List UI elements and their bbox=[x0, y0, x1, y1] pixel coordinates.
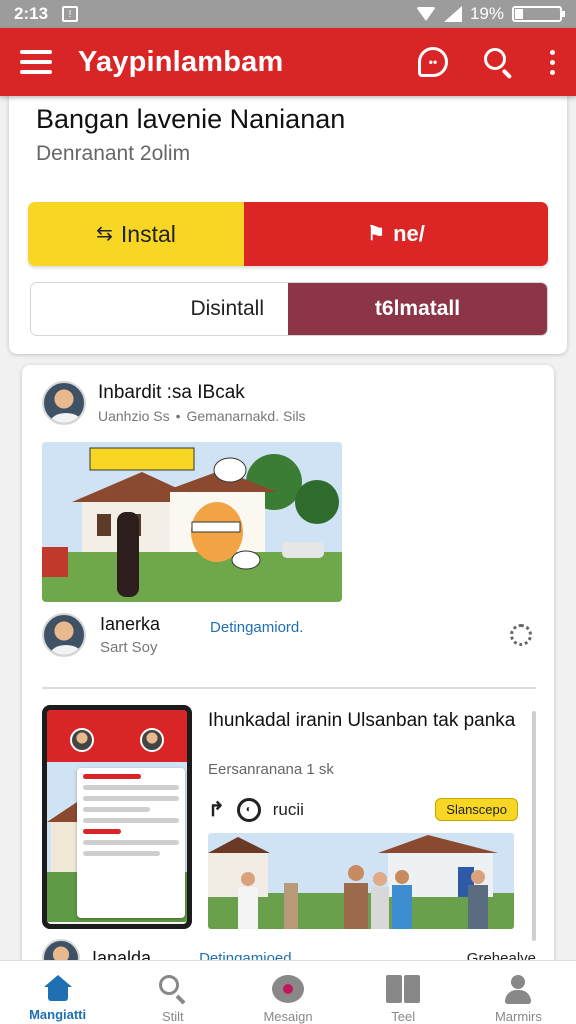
loading-icon[interactable] bbox=[510, 624, 532, 646]
install-icon: ⇆ bbox=[96, 223, 113, 245]
book-icon bbox=[386, 975, 421, 1003]
nav-label: Marmirs bbox=[494, 1009, 542, 1024]
post-meta-left: Uanhzio Ss bbox=[98, 408, 170, 424]
message-icon bbox=[272, 975, 304, 1003]
new-label: ne/ bbox=[393, 221, 425, 246]
avatar[interactable] bbox=[42, 613, 86, 657]
more-options-icon[interactable] bbox=[548, 49, 556, 75]
person-icon bbox=[504, 975, 532, 1004]
nav-label: Teel bbox=[391, 1009, 416, 1024]
status-bar: 2:13 ! 19% bbox=[0, 0, 576, 28]
app-bar: Yaypinlambam •• bbox=[0, 28, 576, 96]
details-link[interactable]: Detingamiord. bbox=[210, 619, 303, 636]
status-badge[interactable]: Slanscepo bbox=[435, 798, 518, 821]
uninstall-label: Disintall bbox=[190, 297, 264, 320]
primary-button-row: ⇆ Instal ⚑ ne/ bbox=[28, 202, 548, 266]
user-name[interactable]: Ianerka bbox=[100, 614, 160, 635]
nav-label: Mangiatti bbox=[29, 1007, 87, 1022]
install-button[interactable]: ⇆ Instal bbox=[28, 202, 244, 266]
app-bar-actions: •• bbox=[418, 46, 556, 80]
divider bbox=[42, 687, 536, 689]
hero-card: Bangan lavenie Nanianan Denranant 2olim … bbox=[9, 96, 567, 354]
globe-icon[interactable]: ◐ bbox=[236, 797, 261, 822]
post-meta: Uanhzio Ss • Gemanarnakd. Sils bbox=[98, 408, 306, 424]
scrollbar[interactable] bbox=[532, 711, 536, 941]
status-icons: 19% bbox=[415, 4, 565, 24]
home-icon bbox=[43, 975, 72, 1001]
hero-subtitle: Denranant 2olim bbox=[36, 142, 191, 165]
search-icon bbox=[158, 975, 187, 1005]
notification-icon: ! bbox=[62, 6, 79, 22]
nav-label: Mesaign bbox=[263, 1009, 313, 1024]
avatar[interactable] bbox=[42, 381, 86, 425]
status-time: 2:13 bbox=[14, 4, 49, 23]
post-author[interactable]: Inbardit :sa IBcak bbox=[98, 382, 306, 404]
signal-icon bbox=[443, 6, 462, 22]
share-icon[interactable]: ↱ bbox=[208, 797, 225, 822]
phone-preview-image[interactable] bbox=[42, 705, 192, 929]
nav-item-home[interactable]: Mangiatti bbox=[0, 961, 115, 1024]
post-meta: Eersanranana 1 sk bbox=[208, 761, 334, 778]
post-actions: ↱ ◐ rucii Slanscepo bbox=[208, 797, 518, 822]
install-label: Instal bbox=[120, 220, 176, 247]
post-user-row: Ianerka Sart Soy Detingamiord. bbox=[42, 613, 532, 657]
post-header: Inbardit :sa IBcak Uanhzio Ss • Gemanarnak… bbox=[42, 381, 306, 425]
hero-title: Bangan lavenie Nanianan bbox=[36, 104, 346, 134]
flag-icon: ⚑ bbox=[367, 223, 386, 245]
feed-card: Inbardit :sa IBcak Uanhzio Ss • Gemanarnak… bbox=[22, 365, 554, 975]
bottom-navigation: Mangiatti Stilt Mesaign Teel Marmirs bbox=[0, 960, 576, 1024]
nav-item-search[interactable]: Stilt bbox=[115, 961, 230, 1024]
nav-item-library[interactable]: Teel bbox=[346, 961, 461, 1024]
secondary-button-row: Disintall t6lmatall bbox=[30, 282, 548, 336]
chat-icon[interactable]: •• bbox=[418, 47, 448, 77]
post-image[interactable] bbox=[208, 833, 514, 929]
post-image[interactable] bbox=[42, 442, 342, 602]
post-title[interactable]: Ihunkadal iranin Ulsanban tak panka bbox=[208, 709, 528, 733]
wifi-icon bbox=[415, 7, 436, 21]
post-action-label[interactable]: rucii bbox=[273, 800, 304, 820]
battery-percent: 19% bbox=[469, 4, 504, 23]
new-button[interactable]: ⚑ ne/ bbox=[244, 202, 548, 266]
user-subtitle: Sart Soy bbox=[100, 639, 158, 656]
nav-item-profile[interactable]: Marmirs bbox=[461, 961, 576, 1024]
uninstall-button[interactable]: Disintall bbox=[31, 283, 288, 335]
nav-item-messages[interactable]: Mesaign bbox=[230, 961, 345, 1024]
search-icon[interactable] bbox=[482, 46, 514, 80]
post-meta-right: Gemanarnakd. Sils bbox=[186, 408, 306, 424]
menu-icon[interactable] bbox=[20, 50, 52, 74]
battery-icon bbox=[512, 6, 565, 22]
reinstall-label: t6lmatall bbox=[374, 297, 461, 320]
reinstall-button[interactable]: t6lmatall bbox=[288, 283, 547, 335]
app-title: Yaypinlambam bbox=[78, 45, 284, 78]
nav-label: Stilt bbox=[161, 1009, 184, 1024]
